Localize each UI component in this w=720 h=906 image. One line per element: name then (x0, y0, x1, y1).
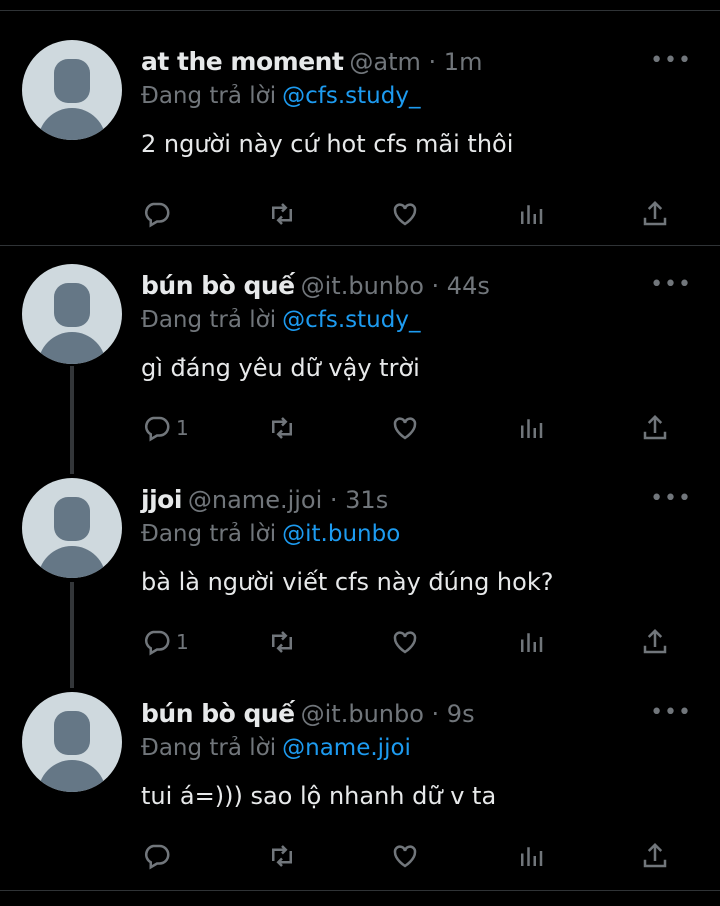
author-meta: @it.bunbo · 44s (300, 272, 490, 300)
retweet-icon (272, 417, 292, 439)
like-button[interactable] (390, 625, 420, 659)
tweet-divider (0, 890, 720, 891)
tweet[interactable]: bún bò quế @it.bunbo · 44s ••• Đang trả l… (0, 264, 720, 470)
retweet-button[interactable] (267, 839, 297, 873)
reply-icon (144, 202, 170, 228)
tweet-text: 2 người này cứ hot cfs mãi thôi (141, 130, 514, 158)
more-icon[interactable]: ••• (650, 46, 692, 76)
share-icon (643, 200, 667, 226)
author-meta: @it.bunbo · 9s (300, 700, 475, 728)
retweet-button[interactable] (267, 197, 297, 231)
tweet-actions (0, 839, 720, 873)
views-button[interactable] (516, 839, 546, 873)
replying-to-label: Đang trả lời (141, 521, 277, 547)
share-button[interactable] (640, 411, 670, 445)
views-icon (521, 633, 543, 652)
like-button[interactable] (390, 197, 420, 231)
replying-to-label: Đang trả lời (141, 307, 277, 333)
share-icon (643, 414, 667, 440)
author-name[interactable]: at the moment (141, 47, 344, 76)
reply-count: 1 (176, 630, 189, 654)
replying-to: Đang trả lời @it.bunbo (141, 518, 400, 550)
views-icon (521, 847, 543, 866)
views-button[interactable] (516, 625, 546, 659)
replying-to-handle[interactable]: @it.bunbo (282, 521, 400, 547)
retweet-icon (272, 845, 292, 867)
share-icon (643, 628, 667, 654)
avatar[interactable] (22, 478, 122, 578)
tweet-text: bà là người viết cfs này đúng hok? (141, 568, 554, 596)
views-button[interactable] (516, 197, 546, 231)
heart-icon (393, 203, 417, 226)
more-icon[interactable]: ••• (650, 698, 692, 728)
heart-icon (393, 845, 417, 868)
avatar[interactable] (22, 40, 122, 140)
replying-to-label: Đang trả lời (141, 735, 277, 761)
tweet[interactable]: at the moment @atm · 1m ••• Đang trả lời @… (0, 40, 720, 241)
like-button[interactable] (390, 839, 420, 873)
reply-icon (144, 844, 170, 870)
tweet-header: jjoi @name.jjoi · 31s (141, 484, 388, 516)
tweet-actions (0, 197, 720, 231)
views-icon (521, 205, 543, 224)
retweet-button[interactable] (267, 625, 297, 659)
top-divider (0, 10, 720, 11)
replying-to: Đang trả lời @cfs.study_ (141, 304, 420, 336)
avatar[interactable] (22, 264, 122, 364)
retweet-icon (272, 631, 292, 653)
reply-button[interactable] (142, 197, 176, 231)
replying-to-handle[interactable]: @cfs.study_ (282, 307, 420, 333)
avatar[interactable] (22, 692, 122, 792)
retweet-icon (272, 203, 292, 225)
like-button[interactable] (390, 411, 420, 445)
heart-icon (393, 417, 417, 440)
heart-icon (393, 631, 417, 654)
share-icon (643, 842, 667, 868)
retweet-button[interactable] (267, 411, 297, 445)
replying-to: Đang trả lời @name.jjoi (141, 732, 411, 764)
author-name[interactable]: jjoi (141, 485, 182, 514)
share-button[interactable] (640, 839, 670, 873)
tweet-divider (0, 245, 720, 246)
tweet-actions: 1 (0, 625, 720, 659)
replying-to-handle[interactable]: @cfs.study_ (282, 83, 420, 109)
tweet-text: gì đáng yêu dữ vậy trời (141, 354, 420, 382)
tweet[interactable]: jjoi @name.jjoi · 31s ••• Đang trả lời @it… (0, 478, 720, 684)
tweet[interactable]: bún bò quế @it.bunbo · 9s ••• Đang trả lờ… (0, 692, 720, 888)
author-name[interactable]: bún bò quế (141, 271, 295, 300)
author-name[interactable]: bún bò quế (141, 699, 295, 728)
replying-to: Đang trả lời @cfs.study_ (141, 80, 420, 112)
reply-icon (144, 630, 170, 656)
reply-button[interactable]: 1 (142, 625, 189, 659)
tweet-header: bún bò quế @it.bunbo · 44s (141, 270, 490, 302)
tweet-text: tui á=))) sao lộ nhanh dữ v ta (141, 782, 497, 810)
reply-button[interactable] (142, 839, 176, 873)
tweet-header: at the moment @atm · 1m (141, 46, 482, 78)
tweet-actions: 1 (0, 411, 720, 445)
reply-count: 1 (176, 416, 189, 440)
views-button[interactable] (516, 411, 546, 445)
tweet-header: bún bò quế @it.bunbo · 9s (141, 698, 475, 730)
author-meta: @name.jjoi · 31s (187, 486, 389, 514)
replying-to-label: Đang trả lời (141, 83, 277, 109)
more-icon[interactable]: ••• (650, 484, 692, 514)
share-button[interactable] (640, 197, 670, 231)
more-icon[interactable]: ••• (650, 270, 692, 300)
author-meta: @atm · 1m (349, 48, 483, 76)
share-button[interactable] (640, 625, 670, 659)
views-icon (521, 419, 543, 438)
replying-to-handle[interactable]: @name.jjoi (282, 735, 411, 761)
reply-icon (144, 416, 170, 442)
reply-button[interactable]: 1 (142, 411, 189, 445)
